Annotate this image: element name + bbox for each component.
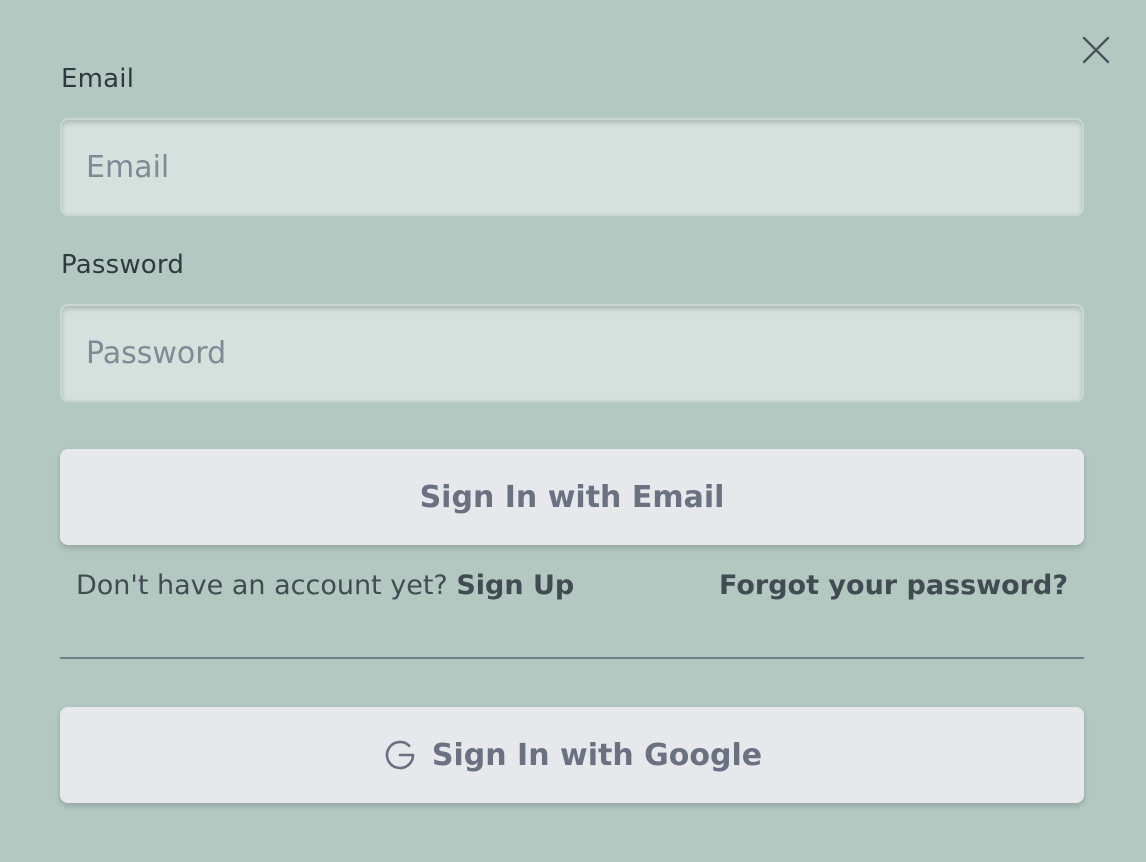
signup-prompt: Don't have an account yet? Sign Up [76, 570, 574, 601]
divider [60, 657, 1084, 659]
sign-in-email-button[interactable]: Sign In with Email [60, 449, 1084, 545]
close-icon [1082, 36, 1110, 64]
google-icon [385, 740, 415, 770]
password-label: Password [61, 250, 185, 280]
auth-links-row: Don't have an account yet? Sign Up Forgo… [76, 570, 1068, 610]
forgot-password-link[interactable]: Forgot your password? [719, 570, 1068, 601]
sign-in-google-label: Sign In with Google [431, 737, 763, 773]
email-label: Email [61, 64, 135, 94]
sign-in-google-button[interactable]: Sign In with Google [60, 707, 1084, 803]
close-button[interactable] [1078, 32, 1114, 68]
email-input[interactable] [60, 118, 1084, 216]
no-account-text: Don't have an account yet? [76, 570, 457, 601]
password-input[interactable] [60, 304, 1084, 402]
sign-in-modal: Email Password Sign In with Email Don't … [0, 0, 1146, 862]
sign-up-link[interactable]: Sign Up [456, 570, 574, 601]
sign-in-email-label: Sign In with Email [419, 479, 725, 515]
